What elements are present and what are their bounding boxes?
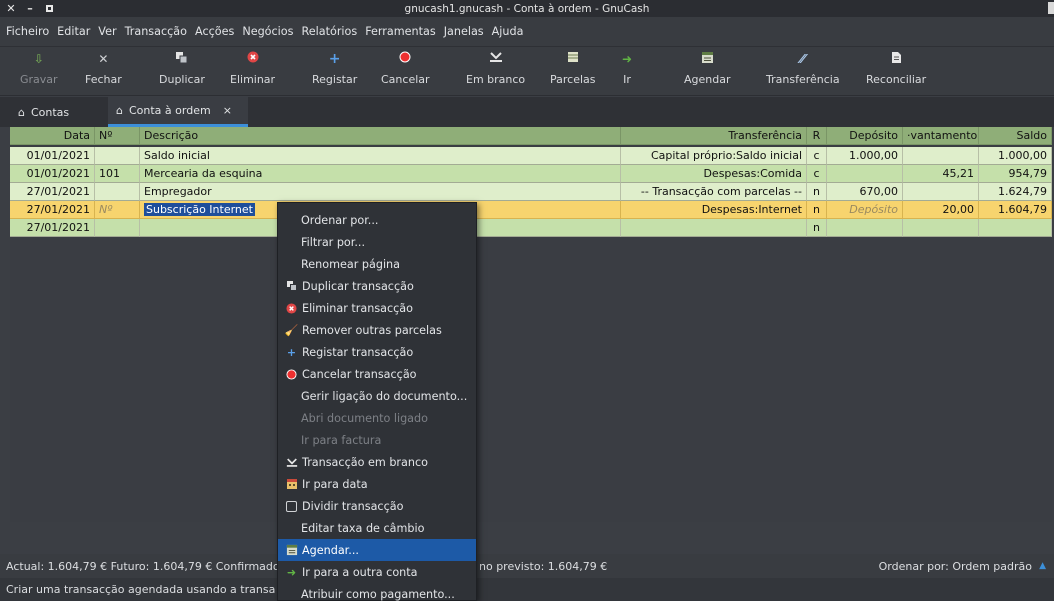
col-num[interactable]: Nº bbox=[95, 127, 140, 145]
col-transfer[interactable]: Transferência bbox=[621, 127, 807, 145]
menu-item-open-linked-document: Abri documento ligado bbox=[301, 411, 428, 425]
menu-item-delete-transaction[interactable]: Eliminar transacção bbox=[278, 297, 476, 319]
table-row-blank[interactable]: 27/01/2021 n bbox=[10, 219, 1052, 237]
plus-icon: + bbox=[328, 51, 341, 67]
menu-item-blank-transaction[interactable]: Transacção em branco bbox=[278, 451, 476, 473]
jump-button[interactable]: ➜ Ir bbox=[622, 51, 632, 93]
cancel-icon bbox=[285, 368, 298, 381]
table-header: Data Nº Descrição Transferência R Depósi… bbox=[10, 127, 1052, 145]
reconcile-button[interactable]: Reconciliar bbox=[866, 51, 926, 93]
title-bar: ✕ – gnucash1.gnucash - Conta à ordem - G… bbox=[0, 0, 1054, 17]
menu-item-rename-page[interactable]: Renomear página bbox=[278, 253, 476, 275]
register-button[interactable]: + Registar bbox=[312, 51, 357, 93]
delete-icon bbox=[285, 302, 298, 315]
window-title: gnucash1.gnucash - Conta à ordem - GnuCa… bbox=[404, 2, 650, 15]
duplicate-icon bbox=[175, 51, 188, 67]
menu-transaccao[interactable]: Transacção bbox=[125, 25, 187, 38]
checkbox-icon bbox=[285, 500, 298, 513]
transfer-icon: ⁄⁄ bbox=[800, 52, 805, 66]
calendar-icon bbox=[285, 478, 298, 491]
table-row-selected[interactable]: 27/01/2021 Nº Subscrição Internet Despes… bbox=[10, 201, 1052, 219]
sort-arrow-icon[interactable]: ▲ bbox=[1039, 561, 1046, 571]
plus-icon: + bbox=[286, 345, 297, 359]
bank-icon: ⌂ bbox=[18, 105, 25, 119]
tab-bar: ⌂ Contas ⌂ Conta à ordem × bbox=[0, 97, 1054, 127]
bank-icon: ⌂ bbox=[116, 104, 123, 117]
duplicate-button[interactable]: Duplicar bbox=[159, 51, 205, 93]
schedule-button[interactable]: Agendar bbox=[684, 51, 731, 93]
menu-item-assign-as-payment[interactable]: Atribuir como pagamento... bbox=[278, 583, 476, 601]
menu-item-edit-exchange-rate[interactable]: Editar taxa de câmbio bbox=[278, 517, 476, 539]
menu-bar: Ficheiro Editar Ver Transacção Acções Ne… bbox=[0, 17, 1054, 47]
title-edge bbox=[1048, 2, 1054, 14]
reconcile-icon bbox=[891, 51, 902, 67]
col-r[interactable]: R bbox=[807, 127, 827, 145]
duplicate-icon bbox=[285, 280, 298, 293]
toolbar: ⇩ Gravar ✕ Fechar Duplicar Eliminar + Re… bbox=[0, 47, 1054, 96]
table-row[interactable]: 01/01/2021 101 Mercearia da esquina Desp… bbox=[10, 165, 1052, 183]
num-placeholder[interactable]: Nº bbox=[95, 201, 140, 219]
menu-item-schedule[interactable]: Agendar... bbox=[278, 539, 476, 561]
menu-item-duplicate-transaction[interactable]: Duplicar transacção bbox=[278, 275, 476, 297]
save-button[interactable]: ⇩ Gravar bbox=[20, 51, 58, 93]
summary-bar: Actual: 1.604,79 € Futuro: 1.604,79 € Co… bbox=[0, 554, 1054, 578]
context-menu: Ordenar por... Filtrar por... Renomear p… bbox=[277, 202, 477, 601]
menu-item-remove-splits[interactable]: 🧹 Remover outras parcelas bbox=[278, 319, 476, 341]
menu-ver[interactable]: Ver bbox=[98, 25, 116, 38]
menu-item-go-to-invoice: Ir para factura bbox=[301, 433, 382, 447]
summary-sort: Ordenar por: Ordem padrão bbox=[878, 559, 1032, 573]
col-description[interactable]: Descrição bbox=[140, 127, 621, 145]
menu-item-filter-by[interactable]: Filtrar por... bbox=[278, 231, 476, 253]
col-date[interactable]: Data bbox=[10, 127, 95, 145]
menu-item-register-transaction[interactable]: + Registar transacção bbox=[278, 341, 476, 363]
broom-icon: 🧹 bbox=[284, 323, 299, 337]
menu-ficheiro[interactable]: Ficheiro bbox=[6, 25, 49, 38]
menu-ferramentas[interactable]: Ferramentas bbox=[365, 25, 436, 38]
summary-left: Actual: 1.604,79 € Futuro: 1.604,79 € Co… bbox=[6, 559, 280, 573]
menu-ajuda[interactable]: Ajuda bbox=[492, 25, 524, 38]
splits-button[interactable]: Parcelas bbox=[550, 51, 596, 93]
tab-conta-a-ordem[interactable]: ⌂ Conta à ordem × bbox=[108, 97, 248, 127]
tab-contas[interactable]: ⌂ Contas bbox=[18, 97, 108, 127]
menu-item-jump-to-other-account[interactable]: ➜ Ir para a outra conta bbox=[278, 561, 476, 583]
register-table: Data Nº Descrição Transferência R Depósi… bbox=[10, 127, 1052, 522]
tab-close-icon[interactable]: × bbox=[223, 104, 232, 117]
cancel-icon bbox=[399, 51, 411, 67]
table-row[interactable]: 01/01/2021 Saldo inicial Capital próprio… bbox=[10, 147, 1052, 165]
menu-item-sort-by[interactable]: Ordenar por... bbox=[278, 209, 476, 231]
menu-item-cancel-transaction[interactable]: Cancelar transacção bbox=[278, 363, 476, 385]
status-text: Criar uma transacção agendada usando a t… bbox=[6, 583, 276, 596]
menu-item-manage-document-link[interactable]: Gerir ligação do documento... bbox=[278, 385, 476, 407]
menu-item-split-transaction[interactable]: Dividir transacção bbox=[278, 495, 476, 517]
status-bar: Criar uma transacção agendada usando a t… bbox=[0, 578, 1054, 601]
col-balance[interactable]: Saldo bbox=[979, 127, 1052, 145]
delete-button[interactable]: Eliminar bbox=[230, 51, 275, 93]
menu-janelas[interactable]: Janelas bbox=[444, 25, 484, 38]
close-icon: ✕ bbox=[98, 52, 109, 66]
col-deposit[interactable]: Depósito bbox=[827, 127, 903, 145]
menu-item-go-to-date[interactable]: Ir para data bbox=[278, 473, 476, 495]
col-withdrawal[interactable]: ·vantamento bbox=[903, 127, 979, 145]
schedule-icon bbox=[701, 51, 714, 67]
splits-icon bbox=[567, 51, 579, 67]
close-button[interactable]: ✕ Fechar bbox=[85, 51, 122, 93]
menu-editar[interactable]: Editar bbox=[57, 25, 90, 38]
blank-icon bbox=[489, 51, 503, 67]
summary-middle: no previsto: 1.604,79 € bbox=[479, 559, 608, 573]
menu-accoes[interactable]: Acções bbox=[195, 25, 234, 38]
transfer-button[interactable]: ⁄⁄ Transferência bbox=[766, 51, 840, 93]
cancel-button[interactable]: Cancelar bbox=[381, 51, 430, 93]
jump-icon: ➜ bbox=[286, 565, 297, 579]
blank-transaction-button[interactable]: Em branco bbox=[466, 51, 525, 93]
schedule-icon bbox=[285, 544, 298, 557]
deposit-placeholder[interactable]: Depósito bbox=[827, 201, 903, 219]
table-row[interactable]: 27/01/2021 Empregador -- Transacção com … bbox=[10, 183, 1052, 201]
menu-negocios[interactable]: Negócios bbox=[242, 25, 293, 38]
jump-icon: ➜ bbox=[622, 52, 633, 66]
blank-icon bbox=[285, 456, 298, 469]
save-icon: ⇩ bbox=[33, 52, 44, 66]
menu-relatorios[interactable]: Relatórios bbox=[301, 25, 357, 38]
delete-icon bbox=[247, 51, 259, 67]
